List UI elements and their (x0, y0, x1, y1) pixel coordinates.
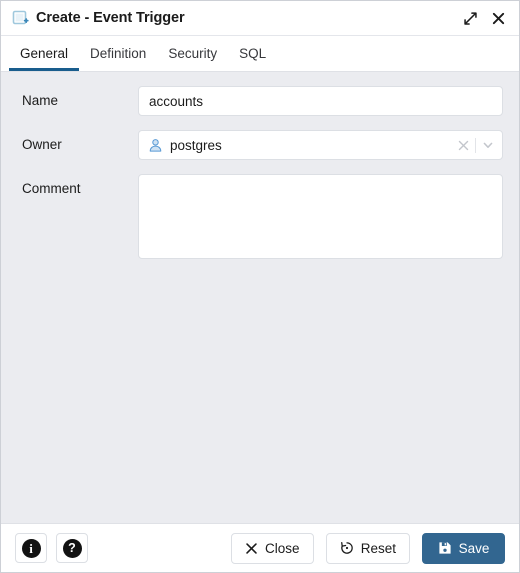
close-button[interactable]: Close (230, 532, 314, 564)
tab-sql[interactable]: SQL (228, 36, 277, 71)
comment-textarea[interactable] (138, 174, 503, 259)
owner-field-row: Owner postgres (17, 130, 503, 160)
close-button-label: Close (264, 540, 300, 556)
owner-selected-value-wrap: postgres (148, 138, 453, 153)
clear-icon[interactable] (453, 134, 473, 156)
footer-right-actions: Close Reset Save (230, 532, 505, 564)
name-label: Name (22, 93, 59, 108)
name-control (138, 86, 503, 116)
chevron-down-icon[interactable] (478, 134, 498, 156)
save-floppy-icon (439, 542, 451, 554)
dialog-titlebar: Create - Event Trigger (1, 1, 519, 36)
comment-field-row: Comment (17, 174, 503, 259)
tab-security[interactable]: Security (157, 36, 228, 71)
save-button-label: Save (458, 540, 490, 556)
name-field-row: Name (17, 86, 503, 116)
expand-icon[interactable] (458, 6, 482, 30)
dialog-title: Create - Event Trigger (36, 10, 185, 26)
reset-button[interactable]: Reset (325, 532, 410, 564)
general-tab-panel: Name Owner postgres (1, 72, 519, 523)
close-icon[interactable] (486, 6, 510, 30)
name-input[interactable] (138, 86, 503, 116)
info-button[interactable]: i (15, 533, 47, 563)
dialog-footer: i ? Close Reset Save (1, 523, 519, 572)
owner-control: postgres (138, 130, 503, 160)
tab-definition[interactable]: Definition (79, 36, 157, 71)
dialog-tabs: General Definition Security SQL (1, 36, 519, 72)
owner-label: Owner (22, 137, 62, 152)
footer-left-actions: i ? (15, 533, 88, 563)
comment-control (138, 174, 503, 259)
reset-icon (340, 542, 353, 554)
help-icon: ? (62, 538, 82, 558)
reset-button-label: Reset (360, 540, 396, 556)
owner-selected-value: postgres (170, 137, 222, 153)
event-trigger-icon (12, 10, 29, 27)
tab-general[interactable]: General (9, 36, 80, 71)
user-icon (149, 138, 162, 152)
help-button[interactable]: ? (56, 533, 88, 563)
comment-label: Comment (22, 181, 81, 196)
owner-select[interactable]: postgres (138, 130, 503, 160)
save-button[interactable]: Save (422, 532, 505, 564)
owner-select-indicators (453, 134, 498, 156)
select-separator (475, 137, 476, 153)
close-x-icon (246, 542, 257, 554)
create-event-trigger-dialog: Create - Event Trigger General Definitio… (0, 0, 520, 573)
info-icon: i (21, 538, 41, 558)
